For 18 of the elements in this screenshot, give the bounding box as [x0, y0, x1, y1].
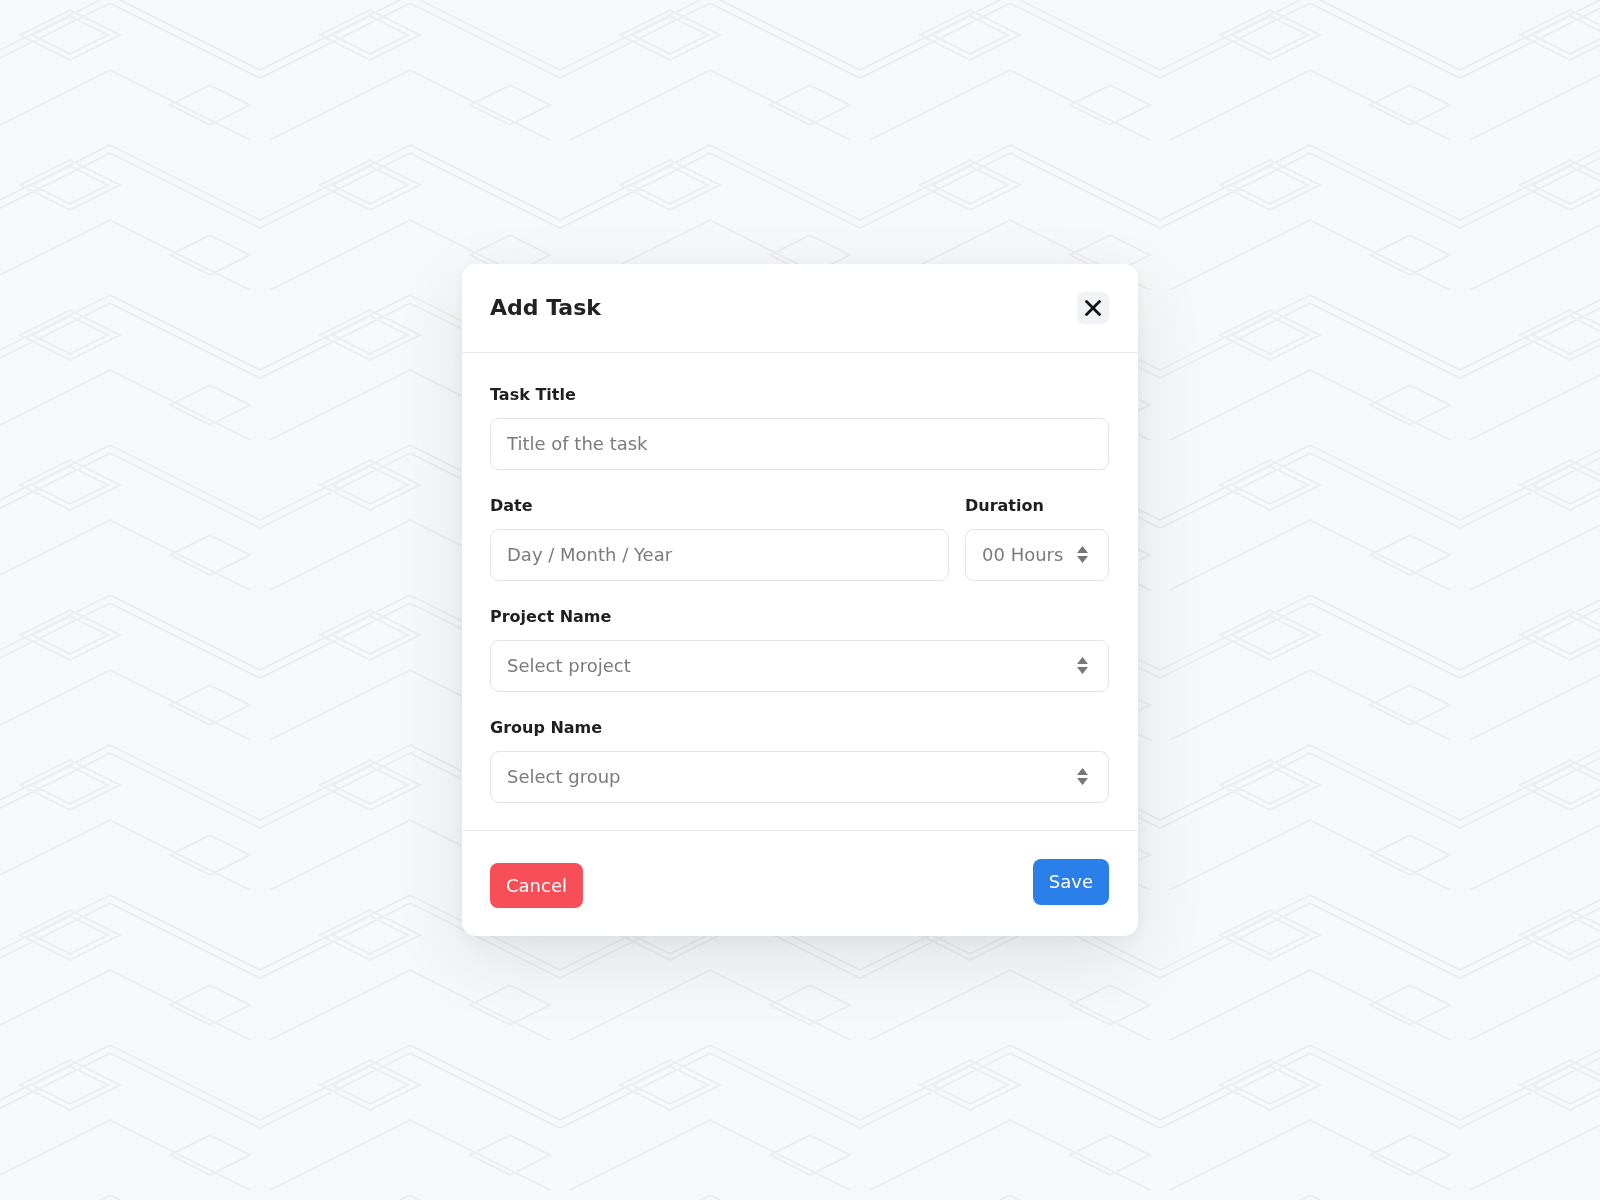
field-label: Duration: [965, 495, 1044, 516]
close-icon: [1085, 299, 1101, 316]
up-down-caret-icon: [1077, 546, 1088, 563]
dialog-title: Add Task: [490, 293, 601, 322]
dropdown-field[interactable]: Select group: [490, 750, 1109, 803]
field-label: Group Name: [490, 717, 603, 738]
up-down-caret-icon: [1077, 768, 1088, 785]
cancel-button[interactable]: Cancel: [490, 862, 583, 908]
save-button[interactable]: Save: [1032, 858, 1109, 905]
field-label: Date: [490, 495, 533, 516]
up-down-caret-icon: [1077, 657, 1088, 674]
close-button[interactable]: [1077, 291, 1109, 324]
field-label: Task Title: [490, 384, 576, 405]
field-label: Project Name: [490, 606, 612, 627]
text-field[interactable]: Title of the task: [490, 417, 1109, 470]
dropdown-field[interactable]: Select project: [490, 639, 1109, 692]
date-field[interactable]: Day / Month / Year: [490, 528, 949, 581]
dropdown-field[interactable]: 00 Hours: [965, 528, 1109, 581]
